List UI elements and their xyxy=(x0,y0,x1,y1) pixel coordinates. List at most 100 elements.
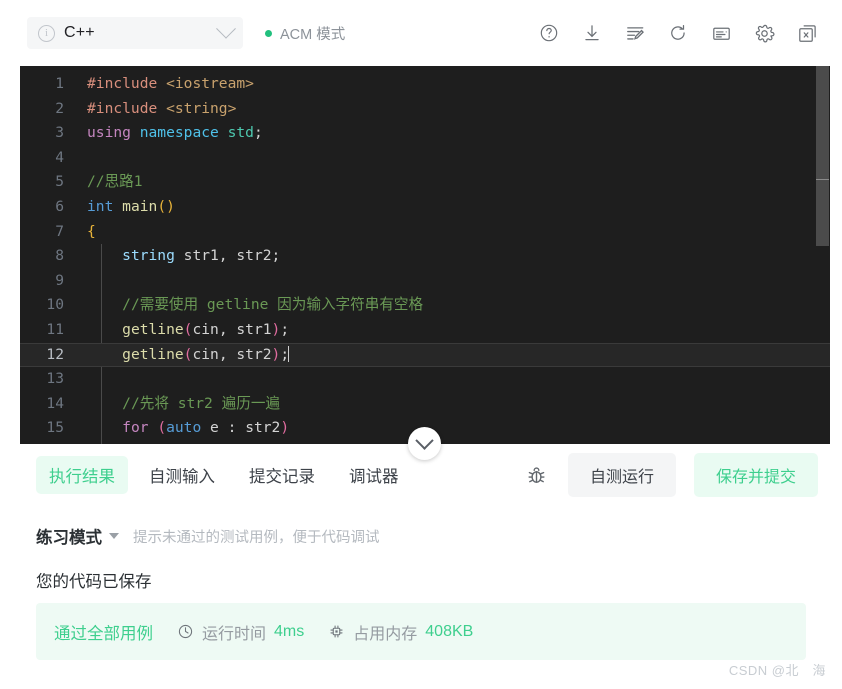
code-token: #include xyxy=(87,75,158,92)
result-panel: 练习模式 提示未通过的测试用例，便于代码调试 您的代码已保存 通过全部用例 运行… xyxy=(0,506,842,689)
tab-1[interactable]: 自测输入 xyxy=(136,456,228,494)
reset-icon[interactable] xyxy=(667,22,689,44)
practice-mode-label: 练习模式 xyxy=(36,529,102,547)
code-line[interactable]: 9 xyxy=(20,269,830,294)
memory-label: 占用内存 xyxy=(353,625,418,643)
language-label: C++ xyxy=(64,24,95,41)
code-line[interactable]: 8 string str1, str2; xyxy=(20,244,830,269)
code-token: <string> xyxy=(166,99,237,117)
bug-icon[interactable] xyxy=(524,462,550,488)
code-token: <iostream> xyxy=(166,75,254,92)
help-icon[interactable] xyxy=(538,22,560,44)
line-number: 7 xyxy=(55,222,64,240)
code-text: getline(cin, str1); xyxy=(78,318,289,343)
code-token: getline xyxy=(122,345,184,363)
code-line[interactable]: 1 #include <iostream> xyxy=(20,72,830,97)
code-line[interactable]: 14 //先将 str2 遍历一遍 xyxy=(20,392,830,417)
toolbar-icon-group xyxy=(538,22,818,44)
editor-scrollbar[interactable] xyxy=(816,66,830,444)
code-token: string xyxy=(122,247,175,265)
code-token: int xyxy=(87,197,114,215)
scrollbar-divider xyxy=(816,179,829,180)
code-token: cin, str1 xyxy=(192,320,272,338)
code-line[interactable]: 5 //思路1 xyxy=(20,170,830,195)
acm-mode-label: ACM 模式 xyxy=(280,26,346,43)
tab-3[interactable]: 调试器 xyxy=(336,456,412,494)
line-number: 3 xyxy=(55,124,64,142)
code-token: cin, str2 xyxy=(192,345,272,363)
code-line[interactable]: 12 getline(cin, str2); xyxy=(20,342,830,368)
line-number: 13 xyxy=(46,370,64,388)
code-text: getline(cin, str2); xyxy=(78,344,290,367)
code-line[interactable]: 6 int main() xyxy=(20,195,830,220)
code-line[interactable]: 4 xyxy=(20,146,830,171)
tab-list: 执行结果 自测输入 提交记录 调试器 xyxy=(36,456,412,494)
code-token: ) xyxy=(280,419,290,437)
code-token: ( xyxy=(157,419,167,437)
notes-icon[interactable] xyxy=(710,22,732,44)
code-token: main xyxy=(122,197,158,215)
code-text: for (auto e : str2) xyxy=(78,416,289,441)
code-line[interactable]: 2 #include <string> xyxy=(20,97,830,122)
code-token: //思路1 xyxy=(87,173,143,191)
memory-value: 408KB xyxy=(425,622,474,640)
watermark: CSDN @北 海 xyxy=(728,663,826,678)
acm-mode-indicator: ACM 模式 xyxy=(265,23,345,44)
code-token: namespace xyxy=(139,124,219,142)
close-window-icon[interactable] xyxy=(796,22,818,44)
collapse-editor-button[interactable] xyxy=(408,427,441,460)
settings-icon[interactable] xyxy=(753,22,775,44)
code-token: #include xyxy=(87,99,158,117)
code-lines: 1 #include <iostream> 2 #include <string> 3 u… xyxy=(20,66,830,444)
code-token: for xyxy=(122,419,149,437)
code-line[interactable]: 10 //需要使用 getline 因为输入字符串有空格 xyxy=(20,293,830,318)
editor-scrollbar-thumb[interactable] xyxy=(816,66,829,246)
line-number: 1 xyxy=(55,75,64,92)
caret-down-icon[interactable] xyxy=(109,533,119,539)
code-saved-message: 您的代码已保存 xyxy=(36,573,152,591)
line-number: 4 xyxy=(55,148,64,166)
runtime-value: 4ms xyxy=(274,622,305,640)
line-number: 5 xyxy=(55,173,64,191)
chevron-down-icon xyxy=(415,431,434,450)
language-selector[interactable]: i C++ xyxy=(27,17,243,49)
code-editor[interactable]: 1 #include <iostream> 2 #include <string> 3 u… xyxy=(20,66,830,444)
tab-2[interactable]: 提交记录 xyxy=(236,456,328,494)
code-token: ; xyxy=(253,124,263,142)
code-token: e : str2 xyxy=(201,419,281,437)
code-text: using namespace std; xyxy=(78,121,263,146)
code-text: #include <iostream> xyxy=(78,72,254,97)
tab-0[interactable]: 执行结果 xyxy=(36,456,128,494)
code-token: ; xyxy=(280,320,290,338)
self-run-button[interactable]: 自测运行 xyxy=(567,453,676,497)
line-number: 6 xyxy=(55,197,64,215)
code-text: string str1, str2; xyxy=(78,244,280,269)
submit-button[interactable]: 保存并提交 xyxy=(693,453,818,497)
code-token: getline xyxy=(122,320,184,338)
code-line[interactable]: 7{ xyxy=(20,220,830,245)
clock-icon xyxy=(177,623,194,640)
line-number: 12 xyxy=(46,345,64,363)
chip-icon xyxy=(328,623,345,640)
code-line[interactable]: 11 getline(cin, str1); xyxy=(20,318,830,343)
code-text: //先将 str2 遍历一遍 xyxy=(78,392,280,417)
status-dot xyxy=(265,29,272,37)
code-line[interactable]: 3 using namespace std; xyxy=(20,121,830,146)
line-number: 14 xyxy=(46,394,64,412)
code-line[interactable]: 13 xyxy=(20,367,830,392)
download-icon[interactable] xyxy=(581,22,603,44)
text-caret xyxy=(288,345,290,362)
format-code-icon[interactable] xyxy=(624,22,646,44)
